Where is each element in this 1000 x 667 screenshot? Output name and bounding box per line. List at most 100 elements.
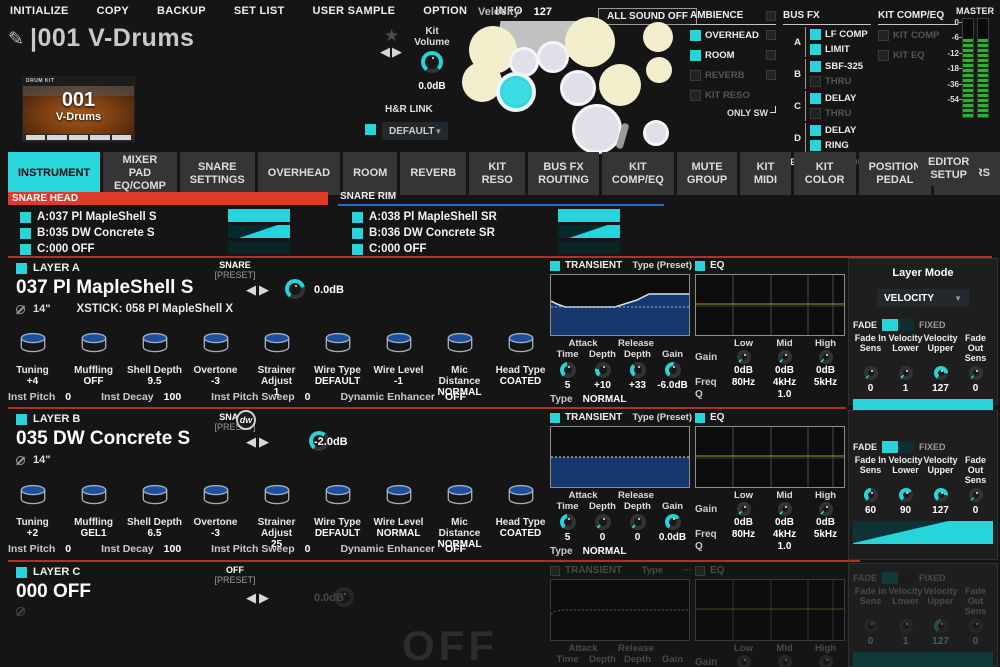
- tab[interactable]: KIT COLOR: [794, 152, 856, 195]
- param-item[interactable]: Muffling GEL1: [63, 482, 124, 550]
- release-depth-knob[interactable]: [630, 514, 646, 530]
- tab[interactable]: KIT RESO: [469, 152, 525, 195]
- splash2-pad[interactable]: [646, 57, 672, 83]
- param-item[interactable]: Shell Depth 9.5: [124, 330, 185, 398]
- param-item[interactable]: Strainer Adjust 1: [246, 330, 307, 398]
- ambience-item-checkbox[interactable]: [690, 50, 701, 61]
- tab[interactable]: INSTRUMENT: [8, 152, 100, 195]
- menu-item[interactable]: INITIALIZE: [10, 5, 69, 17]
- attack-depth-knob[interactable]: [595, 514, 611, 530]
- menu-item[interactable]: SET LIST: [234, 5, 285, 17]
- inst-row-item[interactable]: Inst Decay100: [101, 543, 181, 555]
- eq-mid-gain-knob[interactable]: [778, 350, 792, 364]
- kit-comp-eq-checkbox[interactable]: [878, 30, 889, 41]
- menu-item[interactable]: COPY: [97, 5, 129, 17]
- velocity-upper-knob[interactable]: [934, 619, 948, 633]
- tab[interactable]: SNARE SETTINGS: [180, 152, 255, 195]
- layer-mode-dropdown[interactable]: VELOCITY▼: [877, 289, 969, 307]
- ride-pad[interactable]: [599, 64, 641, 106]
- inst-row-item[interactable]: Inst Pitch Sweep0: [211, 391, 310, 403]
- tab[interactable]: REVERB: [400, 152, 466, 195]
- layer-checkbox[interactable]: [20, 244, 31, 255]
- splash1-pad[interactable]: [643, 22, 673, 52]
- inst-row-item[interactable]: Dynamic EnhancerOFF: [340, 391, 466, 403]
- fade-fixed-toggle[interactable]: [882, 441, 914, 453]
- ambience-item-checkbox[interactable]: [690, 30, 701, 41]
- ambience-ext-checkbox[interactable]: [766, 11, 776, 21]
- editor-setup-button[interactable]: EDITOR SETUP: [918, 152, 979, 186]
- velocity-upper-knob[interactable]: [934, 488, 948, 502]
- layer-a-inst-name[interactable]: 037 Pl MapleShell S: [16, 277, 233, 299]
- velocity-lower-knob[interactable]: [899, 366, 913, 380]
- velocity-lower-knob[interactable]: [899, 619, 913, 633]
- param-item[interactable]: Head Type COATED: [490, 330, 551, 398]
- busfx-item-checkbox[interactable]: [810, 140, 821, 151]
- tab[interactable]: MIXER PAD EQ/COMP: [103, 152, 177, 195]
- transient-type-label[interactable]: Type (Preset): [633, 412, 692, 423]
- fade-in-sens-knob[interactable]: [864, 366, 878, 380]
- ambience-item-ext-checkbox[interactable]: [766, 70, 776, 80]
- layer-checkbox[interactable]: [20, 228, 31, 239]
- attack-time-knob[interactable]: [560, 514, 576, 530]
- param-item[interactable]: Tuning +4: [2, 330, 63, 398]
- tab[interactable]: OVERHEAD: [258, 152, 340, 195]
- inst-row-item[interactable]: Inst Pitch Sweep0: [211, 543, 310, 555]
- inst-row-item[interactable]: Dynamic EnhancerOFF: [340, 543, 466, 555]
- busfx-item-checkbox[interactable]: [810, 44, 821, 55]
- kit-comp-eq-checkbox[interactable]: [878, 50, 889, 61]
- menu-item[interactable]: USER SAMPLE: [313, 5, 396, 17]
- fade-in-sens-knob[interactable]: [864, 619, 878, 633]
- busfx-item-checkbox[interactable]: [810, 76, 821, 87]
- attack-time-knob[interactable]: [560, 362, 576, 378]
- param-item[interactable]: Head Type COATED: [490, 482, 551, 550]
- param-item[interactable]: Mic Distance NORMAL: [429, 330, 490, 398]
- transient-type-label[interactable]: Type (Preset): [633, 260, 692, 271]
- kit-prev-next-arrows[interactable]: ◀▶: [380, 44, 404, 60]
- tab[interactable]: KIT MIDI: [740, 152, 790, 195]
- eq-low-gain-knob[interactable]: [737, 350, 751, 364]
- layer-list-item[interactable]: C:000 OFF: [20, 241, 157, 257]
- busfx-item-checkbox[interactable]: [810, 125, 821, 136]
- tab[interactable]: ROOM: [343, 152, 397, 195]
- hr-link-checkbox[interactable]: [365, 124, 376, 135]
- layer-list-item[interactable]: C:000 OFF: [352, 241, 497, 257]
- tom2-pad[interactable]: [537, 41, 569, 73]
- layer-list-item[interactable]: B:035 DW Concrete S: [20, 225, 157, 241]
- layer-list-item[interactable]: A:038 Pl MapleShell SR: [352, 209, 497, 225]
- param-item[interactable]: Mic Distance NORMAL: [429, 482, 490, 550]
- kick-pad[interactable]: [572, 104, 622, 154]
- layer-c-inst-name[interactable]: 000 OFF: [16, 581, 91, 603]
- inst-row-item[interactable]: Inst Decay100: [101, 391, 181, 403]
- transient-gain-knob[interactable]: [665, 514, 681, 530]
- fade-in-sens-knob[interactable]: [864, 488, 878, 502]
- param-item[interactable]: Wire Level -1: [368, 330, 429, 398]
- fade-out-sens-knob[interactable]: [969, 366, 983, 380]
- layer-a-inst-arrows[interactable]: ◀▶: [246, 282, 272, 298]
- edit-pencil-icon[interactable]: ✎: [8, 28, 24, 51]
- layer-checkbox[interactable]: [352, 212, 363, 223]
- aux-pad[interactable]: [643, 120, 669, 146]
- kit-thumbnail[interactable]: DRUM KIT 001 V-Drums: [22, 76, 135, 142]
- param-item[interactable]: Overtone -3: [185, 482, 246, 550]
- param-item[interactable]: Wire Level NORMAL: [368, 482, 429, 550]
- eq-high-gain-knob[interactable]: [819, 655, 833, 667]
- param-item[interactable]: Overtone -3: [185, 330, 246, 398]
- param-item[interactable]: Tuning +2: [2, 482, 63, 550]
- layer-a-checkbox[interactable]: [16, 263, 27, 274]
- layer-checkbox[interactable]: [352, 228, 363, 239]
- param-item[interactable]: Wire Type DEFAULT: [307, 330, 368, 398]
- velocity-lower-knob[interactable]: [899, 488, 913, 502]
- busfx-item-checkbox[interactable]: [810, 93, 821, 104]
- kit-name[interactable]: |001 V-Drums: [30, 24, 194, 53]
- fade-fixed-toggle[interactable]: [882, 319, 914, 331]
- layer-list-item[interactable]: B:036 DW Concrete SR: [352, 225, 497, 241]
- transient-checkbox[interactable]: [550, 261, 560, 271]
- snare-rim-header[interactable]: SNARE RIM: [340, 191, 396, 202]
- attack-depth-knob[interactable]: [595, 362, 611, 378]
- layer-checkbox[interactable]: [20, 212, 31, 223]
- velocity-upper-knob[interactable]: [934, 366, 948, 380]
- snare-head-header[interactable]: SNARE HEAD: [8, 192, 328, 205]
- layer-b-inst-name[interactable]: 035 DW Concrete S: [16, 428, 190, 450]
- eq-mid-gain-knob[interactable]: [778, 502, 792, 516]
- busfx-item-checkbox[interactable]: [810, 61, 821, 72]
